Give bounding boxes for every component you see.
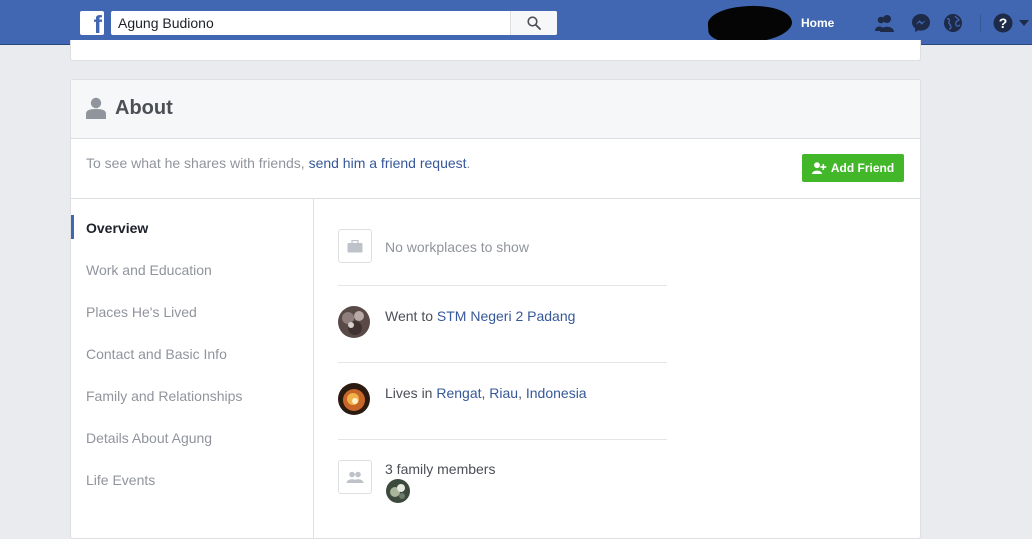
send-friend-request-link[interactable]: send him a friend request	[309, 155, 467, 171]
school-avatar[interactable]	[338, 306, 370, 338]
lives-city-link[interactable]: Rengat	[436, 385, 481, 401]
school-photo-icon	[338, 306, 370, 338]
family-members-text[interactable]: 3 family members	[385, 461, 495, 477]
search-input[interactable]	[111, 11, 509, 35]
school-link[interactable]: STM Negeri 2 Padang	[437, 308, 576, 324]
row-divider	[338, 362, 667, 363]
notice-prefix: To see what he shares with friends,	[86, 155, 309, 171]
active-tab-indicator	[71, 215, 74, 239]
search-icon	[527, 16, 541, 30]
nav-item-work-education[interactable]: Work and Education	[86, 262, 212, 278]
help-icon[interactable]: ?	[992, 12, 1014, 34]
facebook-logo-icon[interactable]: f	[80, 11, 104, 35]
account-menu-arrow-icon[interactable]	[1018, 18, 1030, 28]
city-avatar[interactable]	[338, 383, 370, 415]
redacted-profile-area	[706, 3, 794, 45]
facebook-logo-letter: f	[93, 11, 102, 36]
nav-item-places-lived[interactable]: Places He's Lived	[86, 304, 197, 320]
add-friend-icon	[811, 162, 827, 174]
school-text: Went to STM Negeri 2 Padang	[385, 308, 575, 324]
nav-item-contact-info[interactable]: Contact and Basic Info	[86, 346, 227, 362]
nav-item-life-events[interactable]: Life Events	[86, 472, 155, 488]
previous-section-card	[70, 40, 921, 61]
add-friend-label: Add Friend	[830, 161, 895, 175]
about-title: About	[115, 97, 173, 119]
family-icon	[346, 471, 364, 483]
toolbar-separator	[980, 14, 981, 32]
friend-requests-icon[interactable]	[874, 12, 896, 34]
home-link[interactable]: Home	[801, 16, 834, 30]
lives-prefix: Lives in	[385, 385, 437, 401]
row-divider	[338, 285, 667, 286]
lives-in-text: Lives in Rengat, Riau, Indonesia	[385, 385, 587, 401]
add-friend-button[interactable]: Add Friend	[802, 154, 904, 182]
about-left-nav: Overview Work and Education Places He's …	[71, 199, 314, 539]
notice-suffix: .	[466, 155, 471, 171]
school-prefix: Went to	[385, 308, 437, 324]
lives-separator: ,	[518, 385, 526, 401]
svg-text:?: ?	[999, 15, 1008, 31]
search-box	[111, 11, 557, 35]
person-icon	[86, 97, 106, 119]
search-button[interactable]	[510, 11, 557, 35]
messenger-icon[interactable]	[910, 12, 932, 34]
notifications-globe-icon[interactable]	[942, 12, 964, 34]
about-card: About To see what he shares with friends…	[70, 79, 921, 539]
family-member-avatar[interactable]	[386, 479, 410, 503]
nav-item-family-relationships[interactable]: Family and Relationships	[86, 388, 242, 404]
city-photo-icon	[338, 383, 370, 415]
lives-region-link[interactable]: Riau	[489, 385, 518, 401]
lives-country-link[interactable]: Indonesia	[526, 385, 587, 401]
row-divider	[338, 439, 667, 440]
about-header: About	[71, 80, 920, 139]
friend-request-notice: To see what he shares with friends, send…	[86, 155, 470, 171]
family-member-photo-icon	[386, 479, 410, 503]
friend-request-notice-row: To see what he shares with friends, send…	[71, 138, 920, 199]
briefcase-icon	[347, 239, 363, 252]
workplace-text: No workplaces to show	[385, 239, 529, 255]
top-navigation-bar: f Home ?	[0, 0, 1032, 45]
nav-item-overview[interactable]: Overview	[86, 220, 148, 236]
family-icon-box	[338, 460, 372, 494]
nav-item-details-about[interactable]: Details About Agung	[86, 430, 212, 446]
workplace-icon-box	[338, 229, 372, 263]
